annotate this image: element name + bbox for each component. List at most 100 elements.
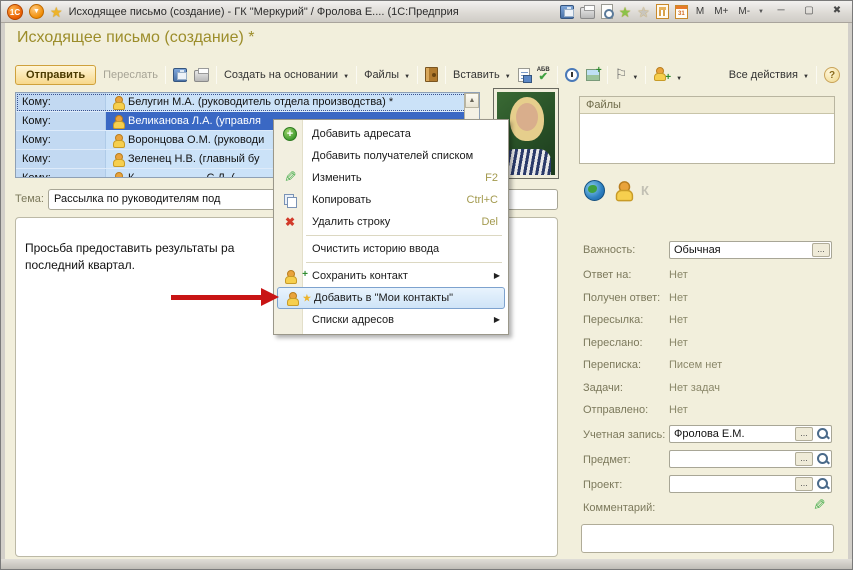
delete-icon: ✖	[285, 211, 295, 233]
print-document-icon[interactable]	[194, 70, 209, 82]
project-input[interactable]: ...	[669, 475, 832, 493]
add-contact-dropdown[interactable]: + ▼	[653, 67, 682, 83]
account-search-icon[interactable]	[816, 427, 830, 441]
forwarding-label: Пересылка:	[583, 314, 643, 326]
application-window: 1С ▼ ★ Исходящее письмо (создание) - ГК …	[0, 0, 853, 570]
calendar-icon[interactable]: 31	[675, 5, 688, 19]
importance-picker-button[interactable]: ...	[812, 243, 830, 257]
menu-item-save-contact[interactable]: + Сохранить контакт ▶	[276, 265, 506, 287]
importance-input[interactable]: Обычная ...	[669, 241, 832, 259]
insert-dropdown[interactable]: Вставить ▼	[453, 69, 511, 81]
account-input[interactable]: Фролова Е.М. ...	[669, 425, 832, 443]
all-actions-dropdown[interactable]: Все действия ▼	[729, 69, 809, 81]
answer-received-value: Нет	[669, 292, 688, 304]
menu-item-clear-input-history[interactable]: Очистить историю ввода	[276, 238, 506, 260]
send-button[interactable]: Отправить	[15, 65, 96, 85]
person-add-icon	[653, 67, 665, 80]
toolbar-separator	[356, 66, 357, 84]
main-menu-icon[interactable]: ▼	[29, 4, 44, 19]
clock-icon[interactable]	[565, 68, 579, 82]
toolbar-separator	[557, 66, 558, 84]
contact-person-icon[interactable]	[614, 181, 631, 200]
menu-item-add-recipients-list[interactable]: Добавить получателей списком	[276, 145, 506, 167]
toolbar-separator	[216, 66, 217, 84]
edit-comment-icon[interactable]: ✎	[813, 499, 826, 513]
project-search-icon[interactable]	[816, 477, 830, 491]
favorites-star-icon[interactable]: ★	[50, 5, 63, 19]
subject-label: Тема:	[15, 193, 44, 205]
memory-button[interactable]: M	[694, 6, 706, 17]
menu-item-edit[interactable]: ✎ Изменить F2	[276, 167, 506, 189]
subject-search-icon[interactable]	[816, 452, 830, 466]
forwarding-value: Нет	[669, 314, 688, 326]
subject-picker-button[interactable]: ...	[795, 452, 813, 466]
annotation-arrow-head	[261, 288, 279, 306]
subject-ref-input[interactable]: ...	[669, 450, 832, 468]
project-picker-button[interactable]: ...	[795, 477, 813, 491]
flag-icon: ⚐	[615, 66, 628, 82]
files-panel-header[interactable]: Файлы	[580, 97, 834, 114]
memory-plus-button[interactable]: M+	[712, 6, 730, 17]
project-label: Проект:	[583, 479, 622, 491]
menu-item-address-lists[interactable]: Списки адресов ▶	[276, 309, 506, 331]
memory-minus-button[interactable]: M-	[736, 6, 752, 17]
tasks-label: Задачи:	[583, 382, 623, 394]
photo-detail	[516, 103, 538, 131]
menu-item-add-to-my-contacts[interactable]: ★ Добавить в "Мои контакты"	[277, 287, 505, 309]
comment-input[interactable]	[581, 524, 834, 553]
toolbar-separator	[816, 66, 817, 84]
recipient-row[interactable]: Кому: Белугин М.А. (руководитель отдела …	[16, 93, 479, 112]
context-menu: + Добавить адресата Добавить получателей…	[273, 119, 509, 335]
person-add-icon	[284, 270, 296, 283]
minimize-button[interactable]: ─	[770, 4, 792, 19]
copy-icon	[284, 194, 296, 207]
maximize-button[interactable]: ▢	[798, 4, 820, 19]
spellcheck-icon[interactable]: АБВ✔	[537, 68, 550, 82]
menu-separator	[306, 235, 502, 236]
toolbar-separator	[417, 66, 418, 84]
person-icon	[112, 96, 124, 109]
toolbar-separator	[607, 66, 608, 84]
menu-separator	[306, 262, 502, 263]
correspondence-label: Переписка:	[583, 359, 641, 371]
forward-button[interactable]: Переслать	[103, 69, 158, 81]
account-picker-button[interactable]: ...	[795, 427, 813, 441]
answer-received-label: Получен ответ:	[583, 292, 660, 304]
files-dropdown[interactable]: Файлы ▼	[364, 69, 410, 81]
add-image-icon[interactable]	[586, 69, 600, 81]
person-icon	[112, 153, 124, 166]
comment-label: Комментарий:	[583, 502, 655, 514]
toolbar-separator	[445, 66, 446, 84]
close-button[interactable]: ✖	[826, 4, 848, 19]
toolbar-separator	[645, 66, 646, 84]
tasks-value: Нет задач	[669, 382, 720, 394]
flag-dropdown[interactable]: ⚐ ▼	[615, 67, 639, 82]
print-icon[interactable]	[580, 7, 595, 19]
toolbar-more-icon[interactable]: ▼	[758, 9, 764, 15]
internet-icon[interactable]	[584, 180, 605, 201]
report-icon[interactable]	[518, 68, 530, 82]
menu-item-add-addressee[interactable]: + Добавить адресата	[276, 123, 506, 145]
save-icon[interactable]	[560, 5, 574, 19]
window-border-left	[1, 23, 5, 560]
address-book-icon[interactable]	[425, 67, 438, 82]
scroll-up-icon[interactable]: ▲	[465, 93, 479, 108]
window-border-bottom	[1, 559, 853, 570]
menu-item-copy[interactable]: Копировать Ctrl+C	[276, 189, 506, 211]
create-based-dropdown[interactable]: Создать на основании ▼	[224, 69, 349, 81]
print-preview-icon[interactable]	[601, 4, 613, 19]
save-document-icon[interactable]	[173, 68, 187, 82]
help-icon[interactable]: ?	[824, 67, 840, 83]
person-icon	[112, 115, 124, 128]
k-letter-label: К	[641, 183, 649, 198]
add-favorite-icon[interactable]: ★	[619, 5, 632, 19]
menu-item-delete-row[interactable]: ✖ Удалить строку Del	[276, 211, 506, 233]
account-label: Учетная запись:	[583, 429, 665, 441]
window-titlebar: 1С ▼ ★ Исходящее письмо (создание) - ГК …	[1, 1, 853, 23]
page-title: Исходящее письмо (создание) *	[17, 29, 255, 47]
subject-ref-label: Предмет:	[583, 454, 631, 466]
submenu-arrow-icon: ▶	[494, 309, 506, 331]
sent-label: Отправлено:	[583, 404, 648, 416]
calculator-icon[interactable]	[656, 4, 669, 19]
reply-to-label: Ответ на:	[583, 269, 631, 281]
